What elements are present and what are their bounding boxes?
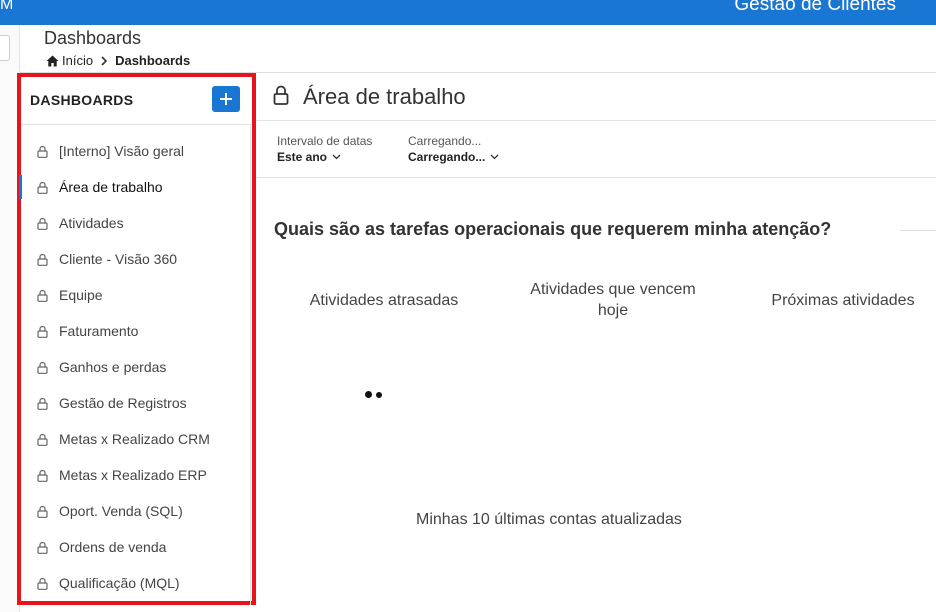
lock-icon <box>37 361 48 374</box>
lock-icon <box>37 433 48 446</box>
lock-icon <box>37 577 48 590</box>
breadcrumb-home-link[interactable]: Início <box>62 53 93 68</box>
sidebar-item[interactable]: Cliente - Visão 360 <box>21 241 252 277</box>
sidebar-item-label: Qualificação (MQL) <box>59 575 180 591</box>
filter-value[interactable]: Este ano <box>277 150 372 164</box>
sidebar-header: DASHBOARDS <box>21 77 252 125</box>
lock-icon <box>37 145 48 158</box>
loading-indicator <box>365 385 386 403</box>
dashboard-content: Área de trabalho Intervalo de datas Este… <box>256 73 936 612</box>
sidebar-item[interactable]: Equipe <box>21 277 252 313</box>
filter-date-range[interactable]: Intervalo de datas Este ano <box>277 134 372 164</box>
sidebar-item[interactable]: Oport. Venda (SQL) <box>21 493 252 529</box>
sidebar-item-label: Oport. Venda (SQL) <box>59 503 183 519</box>
dashboards-sidebar: DASHBOARDS [Interno] Visão geral Área de … <box>17 73 256 605</box>
sidebar-item[interactable]: Ordens de venda <box>21 529 252 565</box>
lock-icon <box>37 505 48 518</box>
sidebar-item[interactable]: Metas x Realizado CRM <box>21 421 252 457</box>
app-title[interactable]: Gestão de Clientes <box>734 0 896 16</box>
chevron-down-icon <box>490 154 499 160</box>
sidebar-item[interactable]: Qualificação (MQL) <box>21 565 252 601</box>
sidebar-item-label: Atividades <box>59 215 124 231</box>
filter-value[interactable]: Carregando... <box>408 150 499 164</box>
section-question: Quais são as tarefas operacionais que re… <box>274 219 832 239</box>
home-icon <box>46 55 59 66</box>
chevron-right-icon <box>101 55 108 66</box>
lock-icon <box>37 217 48 230</box>
sidebar-item-label: Área de trabalho <box>59 179 163 195</box>
sidebar-item-label: Metas x Realizado CRM <box>59 431 210 447</box>
sidebar-item[interactable]: Ganhos e perdas <box>21 349 252 385</box>
filter-label: Carregando... <box>408 134 482 148</box>
sidebar-item[interactable]: Faturamento <box>21 313 252 349</box>
column-overdue-activities: Atividades atrasadas <box>309 292 459 309</box>
loading-dot <box>365 391 372 398</box>
topbar-left-fragment: M <box>0 0 14 13</box>
sidebar-item[interactable]: Atividades <box>21 205 252 241</box>
sidebar-item-label: Gestão de Registros <box>59 395 187 411</box>
breadcrumb: Início Dashboards <box>46 53 190 68</box>
lock-icon <box>37 289 48 302</box>
chevron-down-icon <box>332 154 341 160</box>
section-divider <box>900 230 936 231</box>
sidebar-item-label: Cliente - Visão 360 <box>59 251 178 267</box>
page-header: Dashboards Início Dashboards <box>20 25 936 73</box>
sidebar-item[interactable]: [Interno] Visão geral <box>21 133 252 169</box>
sidebar-item[interactable]: Área de trabalho <box>19 169 252 205</box>
loading-dot <box>376 392 382 398</box>
plus-icon <box>220 93 232 105</box>
lock-icon <box>37 325 48 338</box>
filter-label: Intervalo de datas <box>277 134 373 148</box>
filter-value-text: Este ano <box>277 150 328 164</box>
lock-icon <box>37 181 48 194</box>
dashboard-header: Área de trabalho <box>256 73 936 121</box>
lock-icon <box>37 253 48 266</box>
sidebar-item-label: Equipe <box>59 287 103 303</box>
sidebar-item-label: Faturamento <box>59 323 139 339</box>
lock-icon <box>37 541 48 554</box>
sidebar-item[interactable]: Metas x Realizado ERP <box>21 457 252 493</box>
last-updated-accounts-title: Minhas 10 últimas contas atualizadas <box>416 511 682 528</box>
sidebar-item-label: [Interno] Visão geral <box>59 143 185 159</box>
lock-icon <box>37 397 48 410</box>
nav-toggle-button[interactable] <box>0 35 10 61</box>
column-due-today-activities: Atividades que vencem hoje <box>530 281 696 319</box>
breadcrumb-current: Dashboards <box>115 53 191 68</box>
top-app-bar: M Gestão de Clientes <box>0 0 936 25</box>
lock-icon <box>37 469 48 482</box>
filter-loading[interactable]: Carregando... Carregando... <box>408 134 499 164</box>
page-title: Dashboards <box>44 28 142 48</box>
filter-value-text: Carregando... <box>408 150 486 164</box>
dashboard-title: Área de trabalho <box>303 84 466 109</box>
filter-bar: Intervalo de datas Este ano Carregando..… <box>256 121 936 178</box>
lock-icon <box>273 85 289 105</box>
add-dashboard-button[interactable] <box>212 86 240 112</box>
sidebar-title: DASHBOARDS <box>30 92 134 108</box>
sidebar-item[interactable]: Gestão de Registros <box>21 385 252 421</box>
sidebar-item-label: Ordens de venda <box>59 539 167 555</box>
sidebar-item-label: Ganhos e perdas <box>59 359 167 375</box>
dashboard-list: [Interno] Visão geral Área de trabalho Ati… <box>19 133 252 601</box>
sidebar-item-label: Metas x Realizado ERP <box>59 467 207 483</box>
column-upcoming-activities: Próximas atividades <box>771 292 915 309</box>
